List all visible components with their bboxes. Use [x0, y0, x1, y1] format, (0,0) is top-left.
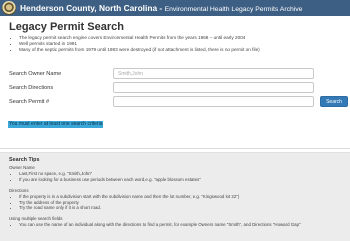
header-bar: Henderson County, North Carolina - Envir…	[0, 0, 350, 16]
site-title[interactable]: Henderson County, North Carolina - Envir…	[20, 2, 302, 16]
tips-directions-label: Directions	[9, 188, 29, 193]
county-seal-icon	[2, 1, 16, 15]
tips-directions-list: If the property is in a subdivision star…	[15, 194, 239, 211]
validation-alert: You must enter at least one search crite…	[8, 121, 104, 128]
tips-multiple-fields-label: Using multiple search fields	[9, 216, 63, 221]
section-divider	[0, 148, 350, 149]
tip-item: If you are looking for a business use pe…	[19, 177, 201, 183]
tips-owner-name-label: Owner Name	[9, 165, 35, 170]
tips-owner-name-list: Last,First no space, e.g. "Smith,John" I…	[15, 171, 201, 182]
directions-input[interactable]	[113, 82, 314, 93]
tip-item: If the property is in a subdivision star…	[19, 194, 239, 200]
search-tips-panel: Search Tips Owner Name Last,First no spa…	[0, 152, 350, 241]
tip-item: You can use the name of an individual al…	[19, 222, 301, 228]
owner-name-input[interactable]	[113, 68, 314, 79]
directions-label: Search Directions	[9, 85, 54, 91]
search-tips-title: Search Tips	[9, 157, 40, 163]
owner-name-label: Search Owner Name	[9, 71, 62, 77]
site-title-separator: -	[157, 2, 165, 13]
search-button[interactable]: Search	[320, 96, 348, 107]
tips-multiple-fields-list: You can use the name of an individual al…	[15, 222, 301, 228]
coverage-notes: The legacy permit search engine covers E…	[15, 35, 260, 54]
tip-item: Try the road name only if it is a short …	[19, 205, 239, 211]
permit-number-input[interactable]	[113, 96, 314, 107]
site-subtitle: Environmental Health Legacy Permits Arch…	[164, 5, 303, 13]
note-item: Many of the septic permits from 1979 unt…	[19, 47, 260, 53]
permit-number-label: Search Permit #	[9, 99, 50, 105]
page-title: Legacy Permit Search	[9, 21, 124, 33]
site-title-county: Henderson County, North Carolina	[20, 2, 158, 13]
